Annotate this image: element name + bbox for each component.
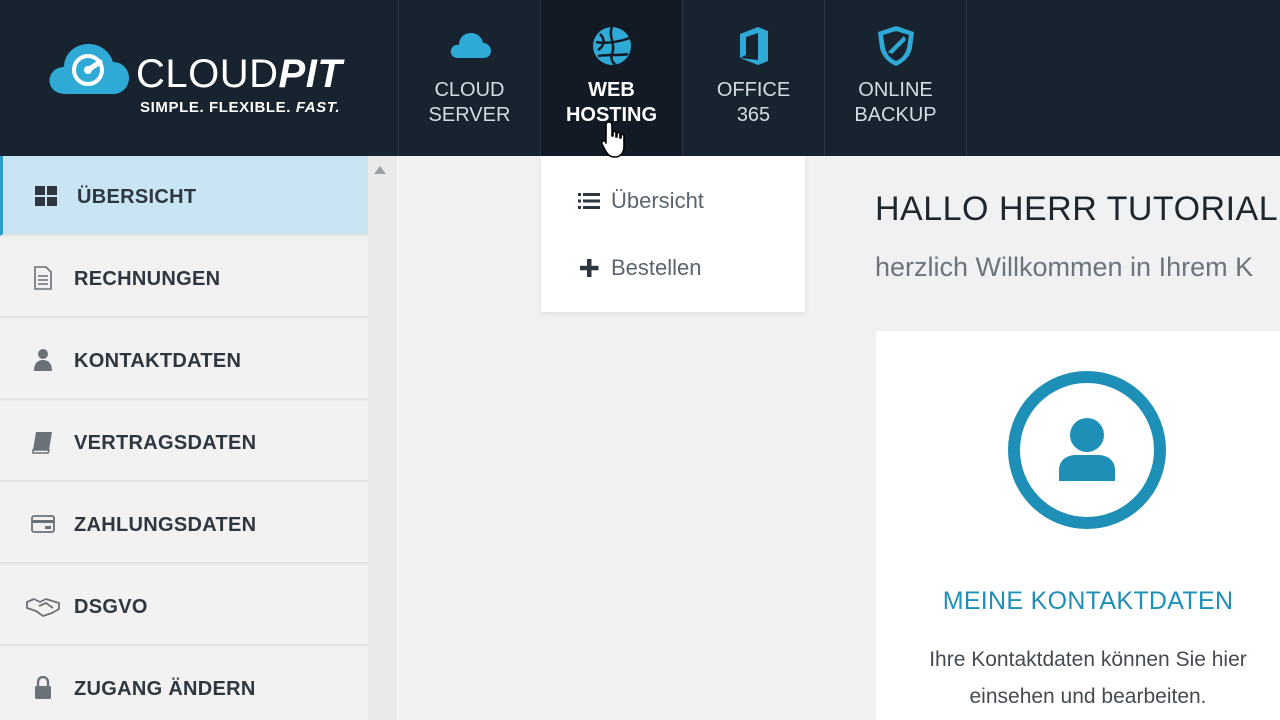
- sidebar-item-vertragsdaten[interactable]: VERTRAGSDATEN: [0, 402, 368, 482]
- dropdown-item-label: Übersicht: [611, 188, 704, 213]
- handshake-icon: [26, 598, 60, 617]
- globe-icon: [592, 26, 631, 67]
- sidebar-item-label: RECHNUNGEN: [74, 268, 221, 290]
- cloud-logo-icon: [49, 44, 129, 94]
- sidebar: ÜBERSICHT RECHNUNGEN KONTAKTDATEN VERTRA…: [0, 156, 368, 720]
- plus-icon: [580, 259, 599, 277]
- brand-tagline: SIMPLE. FLEXIBLE. FAST.: [140, 99, 341, 116]
- nav-divider: [966, 0, 967, 156]
- top-navigation: CLOUDPIT SIMPLE. FLEXIBLE. FAST. CLOUD SE…: [0, 0, 1280, 156]
- cloud-icon: [450, 33, 491, 58]
- welcome-text: herzlich Willkommen in Ihrem K: [875, 252, 1254, 282]
- sidebar-item-uebersicht[interactable]: ÜBERSICHT: [0, 156, 368, 236]
- sidebar-item-zugang-aendern[interactable]: ZUGANG ÄNDERN: [0, 648, 368, 720]
- sidebar-item-kontaktdaten[interactable]: KONTAKTDATEN: [0, 320, 368, 400]
- office-icon: [739, 27, 768, 65]
- web-hosting-dropdown-menu: Übersicht Bestellen: [541, 156, 805, 312]
- nav-office-365[interactable]: OFFICE 365: [682, 0, 824, 156]
- nav-cloud-server[interactable]: CLOUD SERVER: [398, 0, 540, 156]
- sidebar-scrollbar[interactable]: [368, 156, 396, 720]
- nav-label: CLOUD SERVER: [428, 79, 511, 126]
- contact-data-card[interactable]: MEINE KONTAKTDATEN Ihre Kontaktdaten kön…: [876, 331, 1280, 720]
- sidebar-item-rechnungen[interactable]: RECHNUNGEN: [0, 238, 368, 318]
- credit-card-icon: [31, 515, 55, 533]
- scroll-up-arrow-icon[interactable]: [374, 166, 386, 174]
- dropdown-item-bestellen[interactable]: Bestellen: [577, 253, 797, 283]
- list-icon: [578, 193, 600, 209]
- nav-label: OFFICE 365: [716, 79, 791, 126]
- dropdown-item-uebersicht[interactable]: Übersicht: [577, 186, 797, 216]
- brand-name: CLOUDPIT: [136, 52, 343, 96]
- sidebar-item-label: ÜBERSICHT: [77, 186, 197, 208]
- user-circle-icon: [1008, 371, 1166, 529]
- card-title: MEINE KONTAKTDATEN: [942, 587, 1234, 615]
- sidebar-item-label: DSGVO: [74, 596, 148, 618]
- book-icon: [32, 432, 52, 454]
- shield-icon: [877, 26, 914, 66]
- hand-cursor-icon: [600, 121, 625, 158]
- nav-online-backup[interactable]: ONLINE BACKUP: [824, 0, 966, 156]
- sidebar-item-label: VERTRAGSDATEN: [74, 432, 257, 454]
- user-icon: [34, 349, 52, 371]
- document-icon: [34, 266, 52, 290]
- lock-icon: [35, 676, 51, 699]
- sidebar-item-label: ZAHLUNGSDATEN: [74, 514, 257, 536]
- nav-label: ONLINE BACKUP: [854, 79, 937, 126]
- sidebar-item-label: ZUGANG ÄNDERN: [74, 678, 256, 700]
- dropdown-item-label: Bestellen: [611, 255, 702, 280]
- sidebar-item-dsgvo[interactable]: DSGVO: [0, 566, 368, 646]
- cloudpit-logo[interactable]: CLOUDPIT SIMPLE. FLEXIBLE. FAST.: [48, 40, 378, 120]
- page-title: HALLO HERR TUTORIAL,: [875, 190, 1280, 228]
- grid-icon: [35, 186, 57, 206]
- card-description: Ihre Kontaktdaten können Sie hier einsehe…: [929, 648, 1247, 708]
- sidebar-item-zahlungsdaten[interactable]: ZAHLUNGSDATEN: [0, 484, 368, 564]
- sidebar-item-label: KONTAKTDATEN: [74, 350, 242, 372]
